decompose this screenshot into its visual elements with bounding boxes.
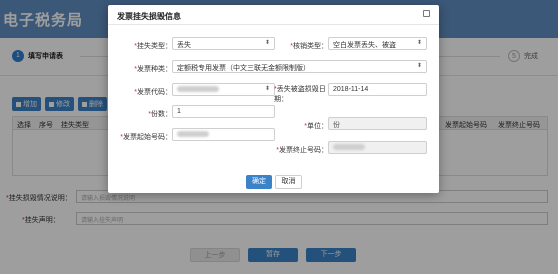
loss-type-value: 丢失: [177, 42, 191, 49]
start-no-label: *发票起始号码：: [120, 134, 172, 141]
start-no-input[interactable]: [172, 128, 275, 141]
cancel-type-label: *核销类型：: [290, 43, 328, 50]
count-input[interactable]: 1: [172, 105, 275, 118]
redacted-value: [333, 144, 365, 151]
confirm-button[interactable]: 确定: [246, 175, 272, 189]
select-arrow-icon: ⬍: [416, 40, 422, 46]
unit-label: *单位：: [304, 123, 328, 130]
cancel-type-select[interactable]: 空白发票丢失、被盗 ⬍: [328, 37, 427, 50]
dialog-header: 发票挂失损毁信息: [108, 5, 439, 25]
invoice-kind-select[interactable]: 定额税专用发票（中文三联无金额限制版） ⬍: [172, 60, 427, 73]
count-label: *份数：: [148, 111, 172, 118]
cancel-button[interactable]: 取消: [275, 175, 302, 189]
redacted-value: [177, 86, 219, 93]
redacted-value: [177, 131, 209, 138]
dialog-title: 发票挂失损毁信息: [117, 12, 181, 21]
cancel-type-value: 空白发票丢失、被盗: [333, 42, 396, 49]
maximize-icon[interactable]: [423, 10, 430, 17]
invoice-code-select[interactable]: ⬍: [172, 83, 275, 96]
loss-type-label: *挂失类型：: [134, 43, 172, 50]
select-arrow-icon: ⬍: [416, 63, 422, 69]
end-no-input: [328, 141, 427, 154]
invoice-code-label: *发票代码：: [134, 89, 172, 96]
select-arrow-icon: ⬍: [264, 86, 270, 92]
unit-input: 份: [328, 117, 427, 130]
loss-date-label: *丢失被盗损毁日期：: [274, 86, 326, 103]
end-no-label: *发票终止号码：: [276, 147, 328, 154]
invoice-kind-label: *发票种类：: [134, 66, 172, 73]
invoice-kind-value: 定额税专用发票（中文三联无金额限制版）: [177, 65, 310, 72]
invoice-loss-dialog: 发票挂失损毁信息 *挂失类型： 丢失 ⬍ *核销类型： 空白发票丢失、被盗 ⬍ …: [108, 5, 439, 193]
loss-type-select[interactable]: 丢失 ⬍: [172, 37, 275, 50]
loss-date-input[interactable]: 2018-11-14: [328, 83, 427, 96]
select-arrow-icon: ⬍: [264, 40, 270, 46]
dialog-footer: 确定 取消: [108, 170, 439, 193]
